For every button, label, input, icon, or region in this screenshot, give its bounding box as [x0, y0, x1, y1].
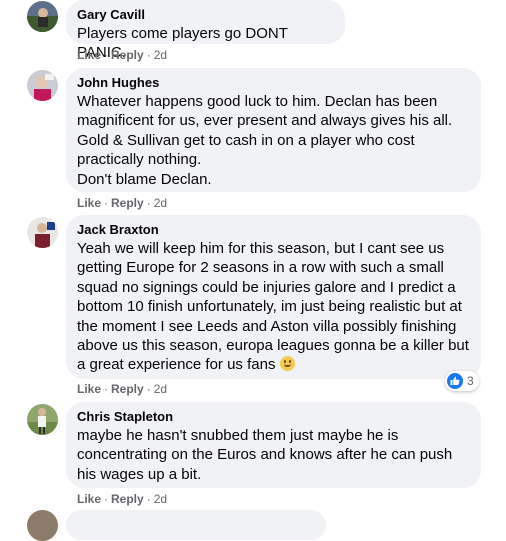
reply-button[interactable]: Reply — [111, 492, 144, 506]
reaction-count: 3 — [467, 374, 474, 388]
separator: · — [104, 382, 109, 396]
comment-bubble: Chris Stapleton maybe he hasn't snubbed … — [66, 402, 481, 488]
separator: · — [146, 48, 151, 62]
separator: · — [146, 492, 151, 506]
comment-text-line: Don't blame Declan. — [77, 170, 212, 188]
separator: · — [146, 196, 151, 210]
like-button[interactable]: Like — [77, 492, 101, 506]
comment-author[interactable]: Gary Cavill — [77, 7, 333, 23]
like-button[interactable]: Like — [77, 382, 101, 396]
comment-timestamp[interactable]: 2d — [154, 492, 167, 506]
like-reaction-icon — [447, 373, 463, 389]
comment-author[interactable]: John Hughes — [77, 75, 469, 91]
smiley-emoji-icon — [279, 356, 295, 372]
comment-bubble: Gary Cavill Players come players go DONT… — [66, 0, 345, 61]
comment-text: maybe he hasn't snubbed them just maybe … — [77, 427, 453, 483]
reply-button[interactable]: Reply — [111, 48, 144, 62]
comment-bubble: John Hughes Whatever happens good luck t… — [66, 68, 481, 192]
avatar[interactable] — [27, 404, 58, 435]
separator: · — [104, 196, 109, 210]
comment-text: Whatever happens good luck to him. Decla… — [77, 93, 453, 169]
comment-actions: Like · Reply · 2d — [77, 48, 167, 62]
comment-timestamp[interactable]: 2d — [154, 382, 167, 396]
reaction-summary[interactable]: 3 — [445, 371, 479, 391]
comment-timestamp[interactable]: 2d — [154, 196, 167, 210]
comment-bubble — [66, 510, 326, 540]
comment-text-body: Yeah we will keep him for this season, b… — [77, 240, 469, 374]
avatar[interactable] — [27, 217, 58, 248]
comment-actions: Like · Reply · 2d — [77, 382, 167, 396]
separator: · — [146, 382, 151, 396]
comment-author[interactable]: Chris Stapleton — [77, 409, 469, 425]
separator: · — [104, 48, 109, 62]
reply-button[interactable]: Reply — [111, 196, 144, 210]
comment-actions: Like · Reply · 2d — [77, 492, 167, 506]
like-button[interactable]: Like — [77, 48, 101, 62]
comment-bubble: Jack Braxton Yeah we will keep him for t… — [66, 215, 481, 379]
avatar[interactable] — [27, 510, 58, 541]
avatar[interactable] — [27, 1, 58, 32]
comment-author[interactable]: Jack Braxton — [77, 222, 469, 238]
avatar[interactable] — [27, 70, 58, 101]
like-button[interactable]: Like — [77, 196, 101, 210]
separator: · — [104, 492, 109, 506]
comment-actions: Like · Reply · 2d — [77, 196, 167, 210]
reply-button[interactable]: Reply — [111, 382, 144, 396]
comment-timestamp[interactable]: 2d — [154, 48, 167, 62]
comment-text: Yeah we will keep him for this season, b… — [77, 239, 469, 375]
